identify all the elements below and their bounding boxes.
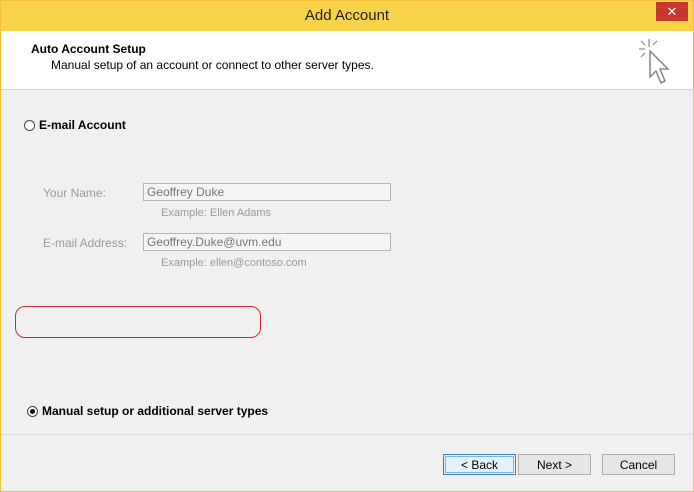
cancel-button[interactable]: Cancel [602, 454, 675, 475]
manual-setup-radio[interactable] [27, 405, 38, 417]
manual-setup-label: Manual setup or additional server types [42, 404, 269, 418]
email-address-example: Example: ellen@contoso.com [161, 257, 307, 269]
back-button-label: < Back [460, 457, 499, 472]
email-address-input[interactable]: Geoffrey.Duke@uvm.edu [143, 233, 391, 251]
manual-setup-highlight [15, 306, 261, 338]
close-icon: ✕ [666, 3, 678, 19]
title-bar[interactable]: Add Account ✕ [1, 1, 693, 31]
header-title: Auto Account Setup [31, 42, 146, 56]
add-account-dialog: Add Account ✕ Auto Account Setup Manual … [0, 0, 694, 492]
back-button[interactable]: < Back [443, 454, 516, 475]
pointer-cursor-sparkle-icon [639, 39, 670, 84]
footer-divider [1, 434, 693, 435]
email-account-option[interactable]: E-mail Account [24, 118, 126, 132]
email-address-label: E-mail Address: [43, 236, 128, 250]
your-name-input[interactable]: Geoffrey Duke [143, 183, 391, 201]
email-account-label: E-mail Account [39, 118, 126, 132]
manual-setup-option[interactable]: Manual setup or additional server types [27, 404, 268, 418]
email-account-radio[interactable] [24, 119, 35, 131]
next-button[interactable]: Next > [518, 454, 591, 475]
next-button-label: Next > [536, 457, 572, 472]
cancel-button-label: Cancel [619, 457, 658, 472]
window-title: Add Account [304, 7, 390, 24]
your-name-label: Your Name: [43, 186, 106, 200]
close-button[interactable]: ✕ [656, 2, 688, 21]
dialog-header: Auto Account Setup Manual setup of an ac… [1, 31, 693, 90]
header-subtitle: Manual setup of an account or connect to… [51, 58, 374, 72]
your-name-example: Example: Ellen Adams [161, 207, 272, 219]
